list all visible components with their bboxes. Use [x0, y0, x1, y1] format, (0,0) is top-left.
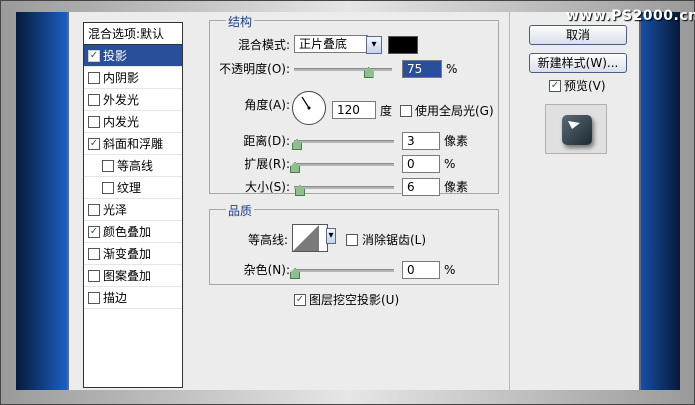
style-item[interactable]: 内发光 [84, 111, 182, 133]
size-label: 大小(S): [244, 180, 290, 194]
angle-input[interactable]: 120 [332, 101, 376, 119]
spread-input[interactable]: 0 [402, 155, 440, 173]
style-item-checkbox[interactable] [88, 291, 100, 304]
style-item-label: 描边 [103, 291, 128, 305]
opacity-input[interactable]: 75 [402, 60, 442, 78]
angle-unit: 度 [380, 104, 393, 118]
style-item-checkbox[interactable] [88, 269, 100, 282]
spread-slider-track[interactable] [294, 163, 394, 166]
style-item-label: 外发光 [103, 93, 140, 107]
preview-checkbox[interactable]: ✓ [549, 80, 561, 92]
preview-highlight-icon [568, 121, 580, 129]
distance-unit: 像素 [444, 134, 469, 148]
size-slider-track[interactable] [294, 186, 394, 189]
style-item[interactable]: 光泽 [84, 199, 182, 221]
quality-group-title: 品质 [226, 202, 255, 219]
style-item-label: 斜面和浮雕 [103, 137, 164, 151]
chevron-down-icon: ▾ [371, 39, 377, 50]
style-item[interactable]: 描边 [84, 287, 182, 309]
style-item[interactable]: ✓ 投影 [84, 45, 182, 67]
style-item-checkbox[interactable] [88, 203, 100, 216]
knockout-checkbox[interactable]: ✓ [294, 294, 306, 306]
style-item[interactable]: 纹理 [84, 177, 182, 199]
style-item-label: 图案叠加 [103, 269, 152, 283]
style-item-checkbox[interactable] [102, 181, 114, 194]
style-item[interactable]: 渐变叠加 [84, 243, 182, 265]
style-item-checkbox[interactable] [102, 159, 114, 172]
anti-alias-checkbox[interactable] [346, 234, 358, 246]
noise-label: 杂色(N): [243, 263, 290, 277]
style-item[interactable]: 图案叠加 [84, 265, 182, 287]
style-item-blending-options[interactable]: 混合选项:默认 [84, 23, 182, 45]
panel-divider [509, 12, 510, 390]
new-style-button[interactable]: 新建样式(W)... [529, 53, 627, 73]
style-item-label: 渐变叠加 [103, 247, 152, 261]
style-item-label: 内发光 [103, 115, 140, 129]
spread-unit: % [444, 157, 456, 171]
preview-tile [562, 115, 592, 145]
layer-style-dialog: 混合选项:默认 ✓ 投影 内阴影 外发光 内发光 ✓ 斜面和浮雕 等高线 纹理 光泽 ✓ 颜色叠加 渐变… [67, 12, 641, 390]
style-item[interactable]: 外发光 [84, 89, 182, 111]
style-item-label: 投影 [103, 49, 128, 63]
opacity-slider-track[interactable] [294, 68, 392, 71]
spread-label: 扩展(R): [244, 157, 290, 171]
global-light-checkbox[interactable] [400, 105, 412, 117]
noise-slider-track[interactable] [294, 269, 394, 272]
watermark: www.PS2000.cn [566, 8, 695, 24]
settings-panel: 结构 混合模式: 正片叠底 ▾ 不透明度(O): 75 % 角度(A): 120… [199, 12, 509, 390]
blend-mode-dropdown-button[interactable]: ▾ [366, 36, 382, 54]
size-unit: 像素 [444, 180, 469, 194]
blend-mode-label: 混合模式: [237, 38, 290, 52]
cancel-button[interactable]: 取消 [529, 25, 627, 45]
style-item-checkbox[interactable]: ✓ [88, 49, 100, 62]
opacity-label: 不透明度(O): [219, 62, 290, 76]
anti-alias-label: 消除锯齿(L) [362, 233, 427, 247]
style-item-label: 颜色叠加 [103, 225, 152, 239]
style-item-checkbox[interactable]: ✓ [88, 137, 100, 150]
distance-slider-track[interactable] [294, 140, 394, 143]
style-item-checkbox[interactable] [88, 71, 100, 84]
style-item-checkbox[interactable] [88, 247, 100, 260]
style-item-label: 等高线 [117, 159, 154, 173]
size-input[interactable]: 6 [402, 178, 440, 196]
style-item[interactable]: ✓ 颜色叠加 [84, 221, 182, 243]
style-preview [545, 104, 607, 154]
structure-group: 结构 混合模式: 正片叠底 ▾ 不透明度(O): 75 % 角度(A): 120… [209, 13, 499, 196]
style-item-checkbox[interactable] [88, 115, 100, 128]
style-item-checkbox[interactable]: ✓ [88, 225, 100, 238]
style-item[interactable]: ✓ 斜面和浮雕 [84, 133, 182, 155]
distance-input[interactable]: 3 [402, 132, 440, 150]
distance-label: 距离(D): [243, 134, 290, 148]
structure-group-title: 结构 [226, 13, 255, 30]
noise-input[interactable]: 0 [402, 261, 440, 279]
noise-unit: % [444, 263, 456, 277]
global-light-label: 使用全局光(G) [415, 104, 494, 118]
blend-mode-select[interactable]: 正片叠底 [294, 35, 368, 53]
quality-group: 品质 等高线: ▾ 消除锯齿(L) 杂色(N): 0 % [209, 202, 499, 285]
style-item-label: 内阴影 [103, 71, 140, 85]
preview-label: 预览(V) [564, 79, 606, 93]
style-item-checkbox[interactable] [88, 93, 100, 106]
style-item-label: 光泽 [103, 203, 128, 217]
knockout-label: 图层挖空投影(U) [309, 293, 400, 307]
opacity-unit: % [446, 62, 458, 76]
style-item[interactable]: 内阴影 [84, 67, 182, 89]
style-item[interactable]: 等高线 [84, 155, 182, 177]
styles-list: 混合选项:默认 ✓ 投影 内阴影 外发光 内发光 ✓ 斜面和浮雕 等高线 纹理 光泽 ✓ 颜色叠加 渐变… [83, 22, 183, 388]
shadow-color-swatch[interactable] [388, 36, 418, 54]
style-item-label: 纹理 [117, 181, 142, 195]
